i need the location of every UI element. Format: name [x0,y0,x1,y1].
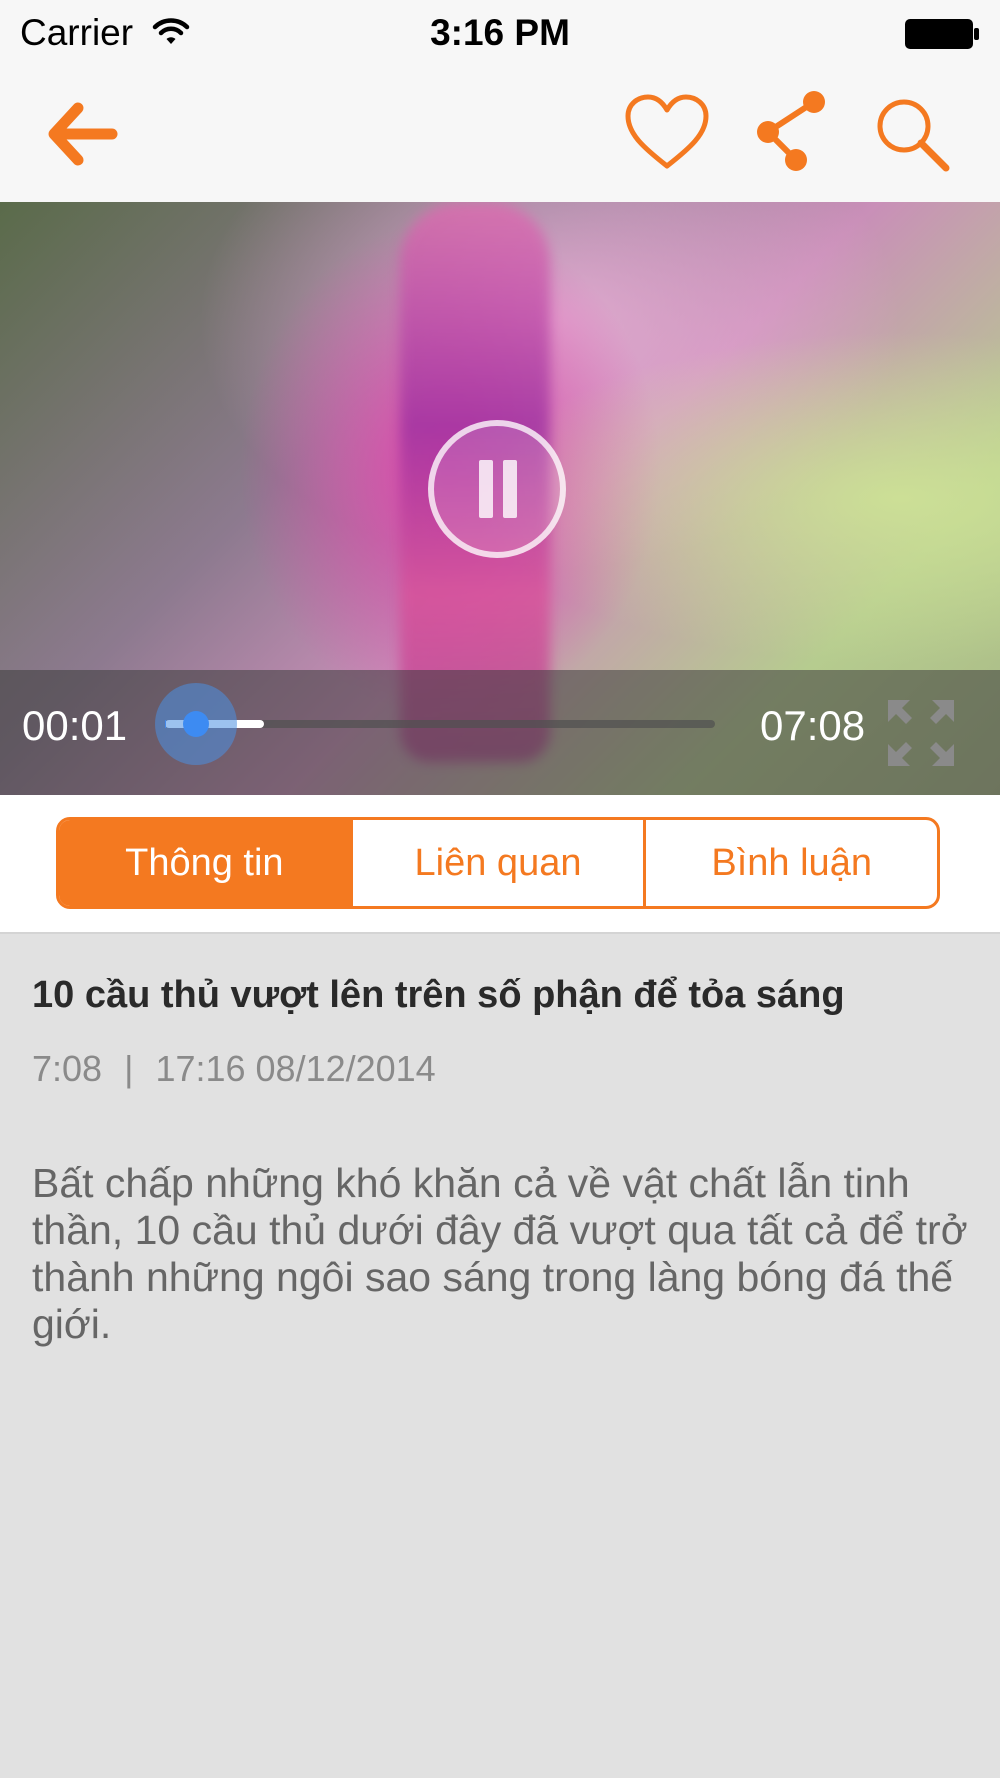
article-length: 7:08 [32,1048,103,1089]
status-bar: Carrier 3:16 PM [0,0,1000,68]
nav-bar [0,68,1000,203]
article-meta: 7:08 | 17:16 08/12/2014 [32,1048,972,1090]
battery-icon [904,18,980,55]
back-arrow-icon[interactable] [46,102,118,171]
article-description: Bất chấp những khó khăn cả về vật chất l… [32,1160,968,1347]
search-icon[interactable] [874,96,952,179]
tab-comments[interactable]: Bình luận [643,820,937,906]
seek-thumb[interactable] [155,683,238,765]
video-player[interactable]: 00:01 07:08 [0,202,1000,795]
pause-icon [479,460,493,518]
article-title: 10 cầu thủ vượt lên trên số phận để tỏa … [32,974,845,1016]
tab-related[interactable]: Liên quan [349,820,644,906]
tab-info[interactable]: Thông tin [59,820,350,906]
fullscreen-icon[interactable] [886,698,956,773]
video-controls: 00:01 07:08 [0,670,1000,795]
heart-icon[interactable] [624,94,710,177]
elapsed-time: 00:01 [22,702,128,749]
share-icon[interactable] [754,90,828,177]
meta-separator: | [124,1048,134,1089]
article-published: 17:16 08/12/2014 [155,1048,436,1089]
tab-bar-area: Thông tin Liên quan Bình luận [0,795,1000,934]
seek-track[interactable] [165,720,715,728]
status-time: 3:16 PM [430,12,570,53]
pause-button[interactable] [428,420,566,558]
segmented-control: Thông tin Liên quan Bình luận [56,817,940,909]
duration-time: 07:08 [760,702,866,749]
article-content: 10 cầu thủ vượt lên trên số phận để tỏa … [32,972,972,1389]
